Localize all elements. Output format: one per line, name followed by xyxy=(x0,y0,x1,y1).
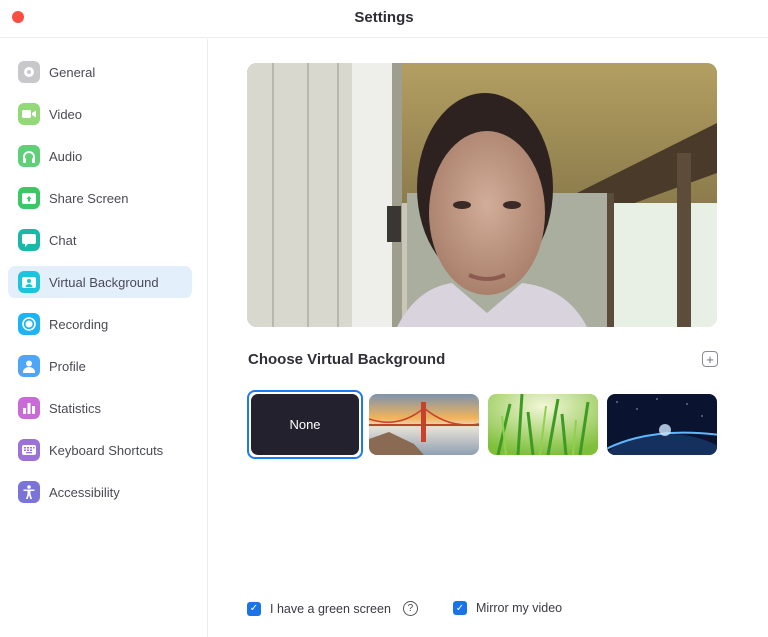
mirror-video-label[interactable]: Mirror my video xyxy=(476,601,562,615)
sidebar-item-label: Accessibility xyxy=(49,484,120,500)
green-screen-checkbox[interactable]: ✓ xyxy=(247,601,261,616)
gear-icon xyxy=(18,61,40,83)
sidebar-item-label: Keyboard Shortcuts xyxy=(49,442,164,458)
headphones-icon xyxy=(18,145,40,167)
keyboard-icon xyxy=(18,439,40,461)
sidebar-item-accessibility[interactable]: Accessibility xyxy=(8,476,192,508)
video-camera-icon xyxy=(18,103,40,125)
sidebar-item-chat[interactable]: Chat xyxy=(8,224,192,256)
background-grass[interactable] xyxy=(488,394,598,455)
camera-preview xyxy=(247,63,717,327)
sidebar-item-video[interactable]: Video xyxy=(8,98,192,130)
help-icon[interactable]: ? xyxy=(402,601,418,616)
green-screen-label[interactable]: I have a green screen xyxy=(270,602,391,616)
sidebar-item-label: Statistics xyxy=(49,400,102,416)
sidebar-item-label: Profile xyxy=(49,358,86,374)
mirror-video-checkbox[interactable]: ✓ xyxy=(453,601,467,615)
background-earth-space[interactable] xyxy=(607,394,717,455)
add-background-button[interactable]: + xyxy=(702,351,718,367)
virtual-background-panel: Choose Virtual Background + None ✓ I hav… xyxy=(209,39,768,637)
window-title: Settings xyxy=(354,9,414,26)
title-bar: Settings xyxy=(0,0,768,38)
sidebar-item-profile[interactable]: Profile xyxy=(8,350,192,382)
share-screen-icon xyxy=(18,187,40,209)
sidebar-item-label: Recording xyxy=(49,316,109,332)
section-title: Choose Virtual Background xyxy=(248,351,446,368)
accessibility-icon xyxy=(18,481,40,503)
sidebar-item-label: Video xyxy=(49,106,83,122)
sidebar-item-virtual-background[interactable]: Virtual Background xyxy=(8,266,192,298)
background-golden-gate[interactable] xyxy=(369,394,479,455)
sidebar-item-label: Share Screen xyxy=(49,190,129,206)
sidebar-item-keyboard-shortcuts[interactable]: Keyboard Shortcuts xyxy=(8,434,192,466)
sidebar-item-share-screen[interactable]: Share Screen xyxy=(8,182,192,214)
bar-chart-icon xyxy=(18,397,40,419)
sidebar-item-recording[interactable]: Recording xyxy=(8,308,192,340)
green-screen-option: ✓ I have a green screen ? xyxy=(247,601,418,616)
sidebar-item-label: General xyxy=(49,64,96,80)
sidebar-item-general[interactable]: General xyxy=(8,56,192,88)
mirror-video-option: ✓ Mirror my video xyxy=(453,601,562,615)
sidebar-item-label: Audio xyxy=(49,148,83,164)
record-icon xyxy=(18,313,40,335)
settings-sidebar: General Video Audio Share Screen Chat Vi… xyxy=(0,39,208,637)
sidebar-item-label: Chat xyxy=(49,232,77,248)
sidebar-item-statistics[interactable]: Statistics xyxy=(8,392,192,424)
sidebar-item-audio[interactable]: Audio xyxy=(8,140,192,172)
chat-bubble-icon xyxy=(18,229,40,251)
sidebar-item-label: Virtual Background xyxy=(49,274,159,290)
background-none-label: None xyxy=(251,394,359,455)
profile-icon xyxy=(18,355,40,377)
background-none[interactable]: None xyxy=(247,390,363,459)
virtual-background-icon xyxy=(18,271,40,293)
